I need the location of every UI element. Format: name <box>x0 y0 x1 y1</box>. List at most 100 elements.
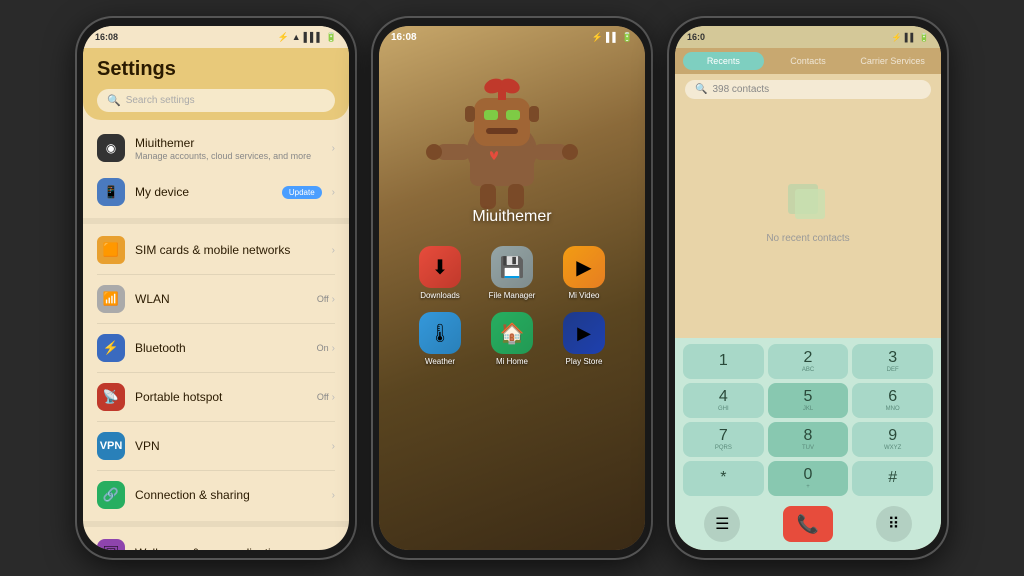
key-5[interactable]: 5 JKL <box>768 383 849 418</box>
dialer-search[interactable]: 🔍 398 contacts <box>685 80 931 99</box>
settings-item-miuithemer[interactable]: ◉ Miuithemer Manage accounts, cloud serv… <box>83 126 349 170</box>
wallpaper-label: Wallpaper & personalization <box>135 546 322 550</box>
settings-list: ◉ Miuithemer Manage accounts, cloud serv… <box>83 120 349 550</box>
wallpaper-chevron: › <box>332 548 335 551</box>
search-placeholder: Search settings <box>126 95 195 106</box>
key-3-num: 3 <box>888 350 897 366</box>
app-weather[interactable]: 🌡 Weather <box>414 312 466 366</box>
key-hash-num: # <box>888 470 897 486</box>
key-1[interactable]: 1 <box>683 344 764 379</box>
key-star-num: * <box>720 470 726 486</box>
vpn-chevron: › <box>332 441 335 452</box>
tab-contacts[interactable]: Contacts <box>768 52 849 70</box>
my-device-chevron: › <box>332 187 335 198</box>
bluetooth-text: Bluetooth <box>135 341 307 355</box>
settings-item-sim[interactable]: 🟧 SIM cards & mobile networks › <box>83 228 349 272</box>
sim-chevron: › <box>332 245 335 256</box>
settings-item-wlan[interactable]: 📶 WLAN Off › <box>83 277 349 321</box>
bluetooth-label: Bluetooth <box>135 341 307 355</box>
wallpaper-text: Wallpaper & personalization <box>135 546 322 550</box>
key-0[interactable]: 0 + <box>768 461 849 496</box>
connection-chevron: › <box>332 490 335 501</box>
key-7[interactable]: 7 PQRS <box>683 422 764 457</box>
connection-label: Connection & sharing <box>135 488 322 502</box>
connection-text: Connection & sharing <box>135 488 322 502</box>
app-file-manager[interactable]: 💾 File Manager <box>486 246 538 300</box>
my-device-label: My device <box>135 185 272 199</box>
settings-screen: 16:08 ⚡ ▲ ▌▌▌ 🔋 Settings 🔍 Search settin… <box>83 26 349 550</box>
key-hash[interactable]: # <box>852 461 933 496</box>
wifi-icon: ▲ <box>292 32 301 42</box>
divider-2 <box>97 323 335 324</box>
key-5-num: 5 <box>804 389 813 405</box>
wallpaper-icon: 🖼 <box>97 539 125 550</box>
update-badge[interactable]: Update <box>282 186 322 199</box>
settings-title: Settings <box>97 58 335 81</box>
settings-item-vpn[interactable]: VPN VPN › <box>83 424 349 468</box>
key-8-num: 8 <box>804 428 813 444</box>
settings-item-wallpaper[interactable]: 🖼 Wallpaper & personalization › <box>83 531 349 550</box>
bluetooth-settings-icon: ⚡ <box>97 334 125 362</box>
status-icons-1: ⚡ ▲ ▌▌▌ 🔋 <box>278 32 338 43</box>
settings-item-connection[interactable]: 🔗 Connection & sharing › <box>83 473 349 517</box>
hotspot-text: Portable hotspot <box>135 390 307 404</box>
home-screen: 16:08 ⚡ ▌▌ 🔋 Miuithemer ⬇ Downloads <box>379 26 645 550</box>
app-downloads-icon: ⬇ <box>419 246 461 288</box>
apps-grid: ⬇ Downloads 💾 File Manager ▶ Mi Video <box>379 246 645 366</box>
apps-row-2: 🌡 Weather 🏠 Mi Home ▶ Play Store <box>399 312 625 366</box>
my-device-text: My device <box>135 185 272 199</box>
key-8[interactable]: 8 TUV <box>768 422 849 457</box>
phone-settings: 16:08 ⚡ ▲ ▌▌▌ 🔋 Settings 🔍 Search settin… <box>77 18 355 558</box>
key-3[interactable]: 3 DEF <box>852 344 933 379</box>
dialer-tabs: Recents Contacts Carrier Services <box>675 48 941 74</box>
dialer-screen: 16:0 ⚡ ▌▌ 🔋 Recents Contacts Carrier Ser… <box>675 26 941 550</box>
app-video-icon: ▶ <box>563 246 605 288</box>
phones-container: 16:08 ⚡ ▲ ▌▌▌ 🔋 Settings 🔍 Search settin… <box>0 0 1024 576</box>
settings-item-my-device[interactable]: 📱 My device Update › <box>83 170 349 214</box>
phone-home: 16:08 ⚡ ▌▌ 🔋 Miuithemer ⬇ Downloads <box>373 18 651 558</box>
dial-grid-btn[interactable]: ⠿ <box>876 506 912 542</box>
app-downloads[interactable]: ⬇ Downloads <box>414 246 466 300</box>
dialer-actions: ☰ 📞 ⠿ <box>675 502 941 550</box>
app-play-store[interactable]: ▶ Play Store <box>558 312 610 366</box>
key-5-letters: JKL <box>803 406 813 412</box>
dial-call-btn[interactable]: 📞 <box>783 506 833 542</box>
settings-header: Settings 🔍 Search settings <box>83 48 349 120</box>
settings-item-bluetooth[interactable]: ⚡ Bluetooth On › <box>83 326 349 370</box>
bluetooth-icon: ⚡ <box>278 32 289 43</box>
my-device-icon: 📱 <box>97 178 125 206</box>
home-signal-icon: ▌▌ <box>606 32 619 42</box>
hotspot-chevron: › <box>332 392 335 403</box>
key-star[interactable]: * <box>683 461 764 496</box>
divider-1 <box>97 274 335 275</box>
status-bar-1: 16:08 ⚡ ▲ ▌▌▌ 🔋 <box>83 26 349 48</box>
key-7-num: 7 <box>719 428 728 444</box>
key-4-letters: GHI <box>718 406 729 412</box>
home-app-label: Miuithemer <box>379 208 645 226</box>
dial-list-btn[interactable]: ☰ <box>704 506 740 542</box>
miuithemer-chevron: › <box>332 143 335 154</box>
hotspot-status: Off › <box>317 392 335 403</box>
key-2[interactable]: 2 ABC <box>768 344 849 379</box>
dial-grid-icon: ⠿ <box>888 514 900 534</box>
search-bar[interactable]: 🔍 Search settings <box>97 89 335 112</box>
miuithemer-icon: ◉ <box>97 134 125 162</box>
tab-recents[interactable]: Recents <box>683 52 764 70</box>
key-7-letters: PQRS <box>715 445 732 451</box>
key-6[interactable]: 6 MNO <box>852 383 933 418</box>
app-mihome-icon: 🏠 <box>491 312 533 354</box>
app-mi-home[interactable]: 🏠 Mi Home <box>486 312 538 366</box>
app-mihome-label: Mi Home <box>496 357 528 366</box>
miuithemer-label: Miuithemer <box>135 136 322 150</box>
key-4-num: 4 <box>719 389 728 405</box>
key-9[interactable]: 9 WXYZ <box>852 422 933 457</box>
settings-item-hotspot[interactable]: 📡 Portable hotspot Off › <box>83 375 349 419</box>
app-weather-label: Weather <box>425 357 455 366</box>
key-4[interactable]: 4 GHI <box>683 383 764 418</box>
tab-carrier-services[interactable]: Carrier Services <box>852 52 933 70</box>
battery-icon: 🔋 <box>326 32 337 43</box>
search-icon: 🔍 <box>107 94 121 107</box>
app-mi-video[interactable]: ▶ Mi Video <box>558 246 610 300</box>
key-1-num: 1 <box>719 353 728 369</box>
dialer-status-icons: ⚡ ▌▌ 🔋 <box>892 33 929 42</box>
